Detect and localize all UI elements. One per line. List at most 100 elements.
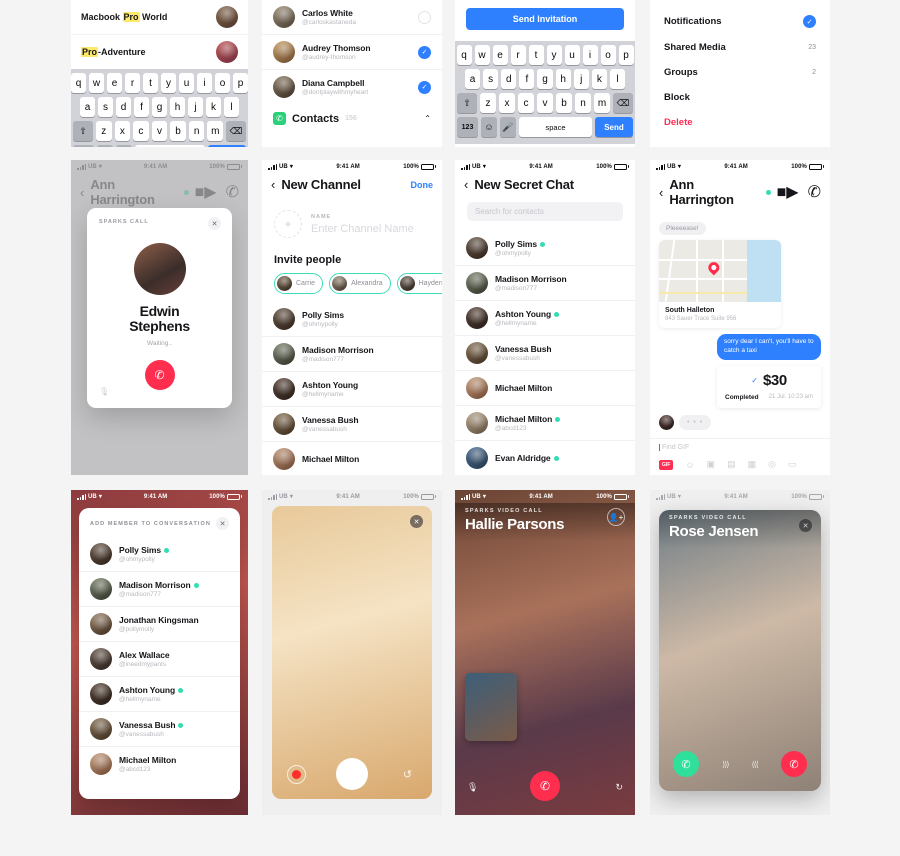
- key[interactable]: k: [591, 69, 607, 89]
- key[interactable]: s: [98, 97, 113, 117]
- accept-call-button[interactable]: ✆: [673, 751, 699, 777]
- list-item[interactable]: Diana Campbell @dontplaywithmyheart ✓: [262, 69, 442, 104]
- close-icon[interactable]: ✕: [208, 217, 221, 230]
- video-call-icon[interactable]: ■▶: [777, 182, 799, 202]
- contacts-section-header[interactable]: ✆ Contacts 156 ⌃: [262, 104, 442, 135]
- list-item[interactable]: Polly Sims @ohmypolly: [455, 231, 635, 265]
- backspace-key[interactable]: ⌫: [226, 121, 247, 141]
- key[interactable]: z: [95, 121, 112, 141]
- flip-camera-icon[interactable]: ↺: [398, 765, 417, 784]
- decline-call-button[interactable]: ✆: [780, 751, 807, 777]
- key[interactable]: d: [116, 97, 131, 117]
- key[interactable]: m: [594, 93, 610, 113]
- add-user-icon[interactable]: 👤+: [607, 508, 625, 526]
- list-item[interactable]: Ashton Young @hellmyname: [455, 300, 635, 335]
- list-item[interactable]: Vanessa Bush @vanessabush: [79, 711, 240, 746]
- key[interactable]: i: [582, 45, 598, 65]
- key[interactable]: g: [152, 97, 167, 117]
- settings-item-shared-media[interactable]: Shared Media 23: [650, 35, 830, 60]
- key[interactable]: w: [474, 45, 490, 65]
- emoji-key[interactable]: ☺: [481, 117, 497, 137]
- key[interactable]: u: [564, 45, 580, 65]
- list-item[interactable]: Ashton Young @hellmyname: [79, 676, 240, 711]
- key[interactable]: q: [71, 73, 86, 93]
- numbers-key[interactable]: 123: [73, 145, 94, 147]
- key[interactable]: t: [528, 45, 544, 65]
- list-item[interactable]: Michael Milton @abcd123: [79, 746, 240, 781]
- key[interactable]: c: [518, 93, 534, 113]
- key[interactable]: r: [510, 45, 526, 65]
- key[interactable]: h: [170, 97, 185, 117]
- key[interactable]: n: [575, 93, 591, 113]
- key[interactable]: o: [215, 73, 230, 93]
- list-item[interactable]: Alex Wallace @ineedmypants: [79, 641, 240, 676]
- key[interactable]: g: [537, 69, 553, 89]
- select-checkbox-checked[interactable]: ✓: [418, 80, 431, 94]
- key[interactable]: s: [483, 69, 499, 89]
- keyboard[interactable]: q w e r t y u i o p a s d f g h j k l ⇧ …: [71, 69, 248, 147]
- location-icon[interactable]: ◎: [768, 459, 776, 470]
- chip[interactable]: Carrie: [274, 273, 324, 294]
- key[interactable]: v: [537, 93, 553, 113]
- emoji-key[interactable]: ☺: [97, 145, 113, 147]
- list-item[interactable]: Michael Milton: [455, 370, 635, 405]
- add-photo-button[interactable]: +: [274, 210, 302, 238]
- chevron-up-icon[interactable]: ⌃: [424, 114, 431, 123]
- list-item[interactable]: Evan Aldridge: [455, 440, 635, 475]
- key[interactable]: v: [151, 121, 168, 141]
- list-item[interactable]: Polly Sims @ohmypolly: [262, 302, 442, 336]
- key[interactable]: h: [555, 69, 571, 89]
- record-button[interactable]: [287, 764, 306, 784]
- key[interactable]: b: [170, 121, 186, 141]
- settings-item-notifications[interactable]: Notifications ✓: [650, 8, 830, 35]
- shift-key[interactable]: ⇧: [457, 93, 477, 113]
- key[interactable]: t: [143, 73, 158, 93]
- key[interactable]: y: [161, 73, 176, 93]
- key[interactable]: l: [224, 97, 239, 117]
- suggestion-row[interactable]: Pro-Adventure: [71, 34, 248, 69]
- key[interactable]: b: [556, 93, 572, 113]
- list-item[interactable]: Carlos White @carloskastaneda: [262, 0, 442, 34]
- select-checkbox[interactable]: [418, 10, 431, 24]
- list-item[interactable]: Vanessa Bush @vanessabush: [455, 335, 635, 370]
- key[interactable]: x: [499, 93, 515, 113]
- close-icon[interactable]: ✕: [216, 517, 229, 530]
- channel-name-input[interactable]: Enter Channel Name: [311, 223, 414, 235]
- settings-item-groups[interactable]: Groups 2: [650, 60, 830, 85]
- list-item[interactable]: Vanessa Bush @vanessabush: [262, 406, 442, 441]
- key[interactable]: p: [233, 73, 248, 93]
- self-view-thumbnail[interactable]: [465, 673, 517, 741]
- key[interactable]: a: [80, 97, 95, 117]
- key[interactable]: j: [188, 97, 203, 117]
- notifications-toggle[interactable]: ✓: [803, 15, 816, 28]
- list-item[interactable]: Madison Morrison @madison777: [262, 336, 442, 371]
- emoji-icon[interactable]: ☺: [685, 460, 694, 470]
- key[interactable]: a: [465, 69, 481, 89]
- back-icon[interactable]: ‹: [464, 178, 468, 191]
- key[interactable]: u: [179, 73, 194, 93]
- shift-key[interactable]: ⇧: [72, 121, 93, 141]
- key[interactable]: o: [600, 45, 616, 65]
- suggestion-row[interactable]: Macbook Pro World: [71, 0, 248, 34]
- select-checkbox-checked[interactable]: ✓: [418, 45, 431, 59]
- key[interactable]: y: [546, 45, 562, 65]
- back-icon[interactable]: ‹: [659, 186, 663, 199]
- gif-icon[interactable]: GIF: [659, 459, 674, 470]
- key[interactable]: p: [618, 45, 634, 65]
- key[interactable]: f: [134, 97, 149, 117]
- backspace-key[interactable]: ⌫: [613, 93, 633, 113]
- key[interactable]: w: [89, 73, 104, 93]
- hangup-button[interactable]: ✆: [530, 771, 560, 801]
- flip-camera-icon[interactable]: ↻: [615, 782, 623, 793]
- chip[interactable]: Alexandra: [329, 273, 391, 294]
- shutter-button[interactable]: [336, 758, 368, 790]
- list-item[interactable]: Audrey Thomson @audrey-thomson ✓: [262, 34, 442, 69]
- key[interactable]: q: [456, 45, 472, 65]
- camera-icon[interactable]: ▣: [707, 459, 716, 470]
- search-key[interactable]: Search: [208, 145, 246, 147]
- hangup-button[interactable]: ✆: [144, 360, 175, 391]
- key[interactable]: x: [114, 121, 131, 141]
- list-item[interactable]: Michael Milton @abcd123: [455, 405, 635, 440]
- settings-item-block[interactable]: Block: [650, 85, 830, 110]
- send-key[interactable]: Send: [595, 117, 633, 137]
